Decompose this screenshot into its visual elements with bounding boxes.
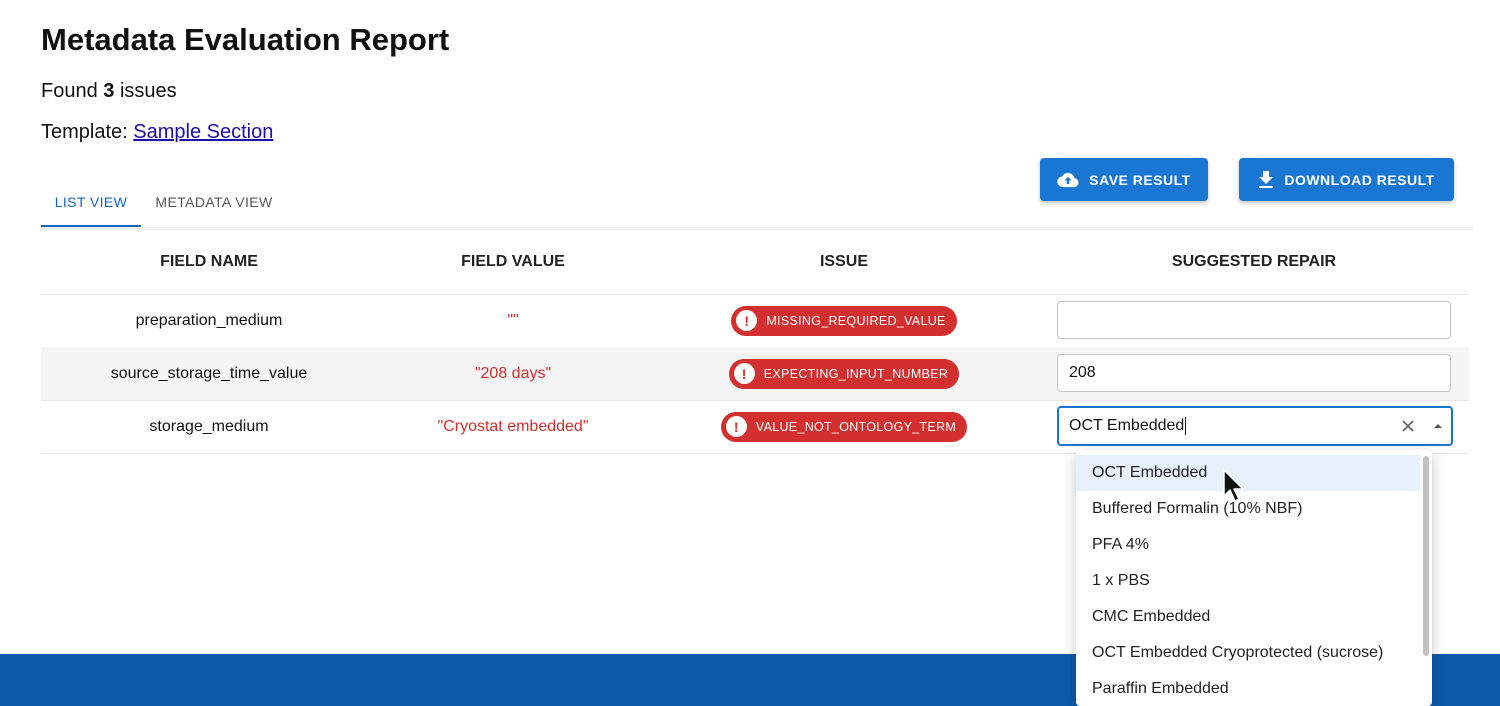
clear-icon[interactable] [1397,415,1419,437]
option-buffered-formalin[interactable]: Buffered Formalin (10% NBF) [1076,491,1420,527]
issue-badge: ! MISSING_REQUIRED_VALUE [731,305,957,336]
found-suffix: issues [119,80,177,102]
issue-cell: ! EXPECTING_INPUT_NUMBER [649,347,1039,400]
tab-metadata-view[interactable]: METADATA VIEW [144,178,284,225]
tab-list-view[interactable]: LIST VIEW [41,178,141,227]
repair-autocomplete-value[interactable]: OCT Embedded [1069,408,1187,444]
option-pfa-4[interactable]: PFA 4% [1076,527,1420,563]
issue-cell: ! MISSING_REQUIRED_VALUE [649,294,1039,347]
save-result-button[interactable]: SAVE RESULT [1040,158,1208,201]
option-paraffin-embedded[interactable]: Paraffin Embedded [1076,671,1420,706]
column-header-issue: ISSUE [819,253,868,270]
field-value-cell: "" [507,311,519,329]
error-icon: ! [725,416,747,437]
download-icon [1259,170,1274,188]
issue-label: EXPECTING_INPUT_NUMBER [763,366,949,381]
template-line: Template: Sample Section [41,121,273,144]
option-oct-embedded-cryoprotected[interactable]: OCT Embedded Cryoprotected (sucrose) [1076,635,1420,671]
option-cmc-embedded[interactable]: CMC Embedded [1076,599,1420,635]
listbox-scrollbar[interactable] [1423,456,1429,656]
found-prefix: Found [41,80,98,102]
error-icon: ! [733,363,755,384]
field-name-cell: preparation_medium [135,311,283,329]
issue-summary: Found 3 issues [41,80,177,103]
error-icon: ! [736,310,758,331]
download-result-button[interactable]: DOWNLOAD RESULT [1239,158,1454,201]
repair-input[interactable] [1057,301,1451,339]
option-oct-embedded[interactable]: OCT Embedded [1076,455,1420,491]
table-row: source_storage_time_value "208 days" ! E… [41,347,1469,401]
text-caret [1185,416,1187,435]
dropdown-arrow-icon[interactable] [1427,415,1449,437]
template-label: Template: [41,121,128,143]
column-header-suggested-repair: SUGGESTED REPAIR [1171,253,1337,270]
field-value-cell: "208 days" [474,364,552,382]
mouse-pointer-icon [1223,469,1244,502]
issue-label: MISSING_REQUIRED_VALUE [766,313,946,328]
download-result-label: DOWNLOAD RESULT [1284,171,1435,188]
issue-cell: ! VALUE_NOT_ONTOLOGY_TERM [649,400,1039,453]
repair-autocomplete[interactable]: OCT Embedded [1057,406,1453,446]
cloud-upload-icon [1057,172,1079,187]
column-header-field-name: FIELD NAME [160,253,258,270]
option-1x-pbs[interactable]: 1 x PBS [1076,563,1420,599]
template-link[interactable]: Sample Section [133,121,273,143]
field-name-cell: source_storage_time_value [110,364,308,382]
repair-options-listbox: OCT Embedded Buffered Formalin (10% NBF)… [1076,450,1432,706]
field-name-cell: storage_medium [149,417,269,435]
column-header-field-value: FIELD VALUE [461,253,565,270]
issue-label: VALUE_NOT_ONTOLOGY_TERM [755,419,957,434]
table-row: storage_medium "Cryostat embedded" ! VAL… [41,400,1469,454]
page-title: Metadata Evaluation Report [41,22,450,57]
repair-input[interactable] [1057,354,1451,392]
table-row: preparation_medium "" ! MISSING_REQUIRED… [41,294,1469,348]
issue-badge: ! VALUE_NOT_ONTOLOGY_TERM [720,411,968,442]
issue-count: 3 [103,80,115,102]
table-header: FIELD NAME FIELD VALUE ISSUE SUGGESTED R… [41,230,1469,295]
save-result-label: SAVE RESULT [1089,171,1191,188]
issue-badge: ! EXPECTING_INPUT_NUMBER [728,358,960,389]
field-value-cell: "Cryostat embedded" [437,417,589,435]
